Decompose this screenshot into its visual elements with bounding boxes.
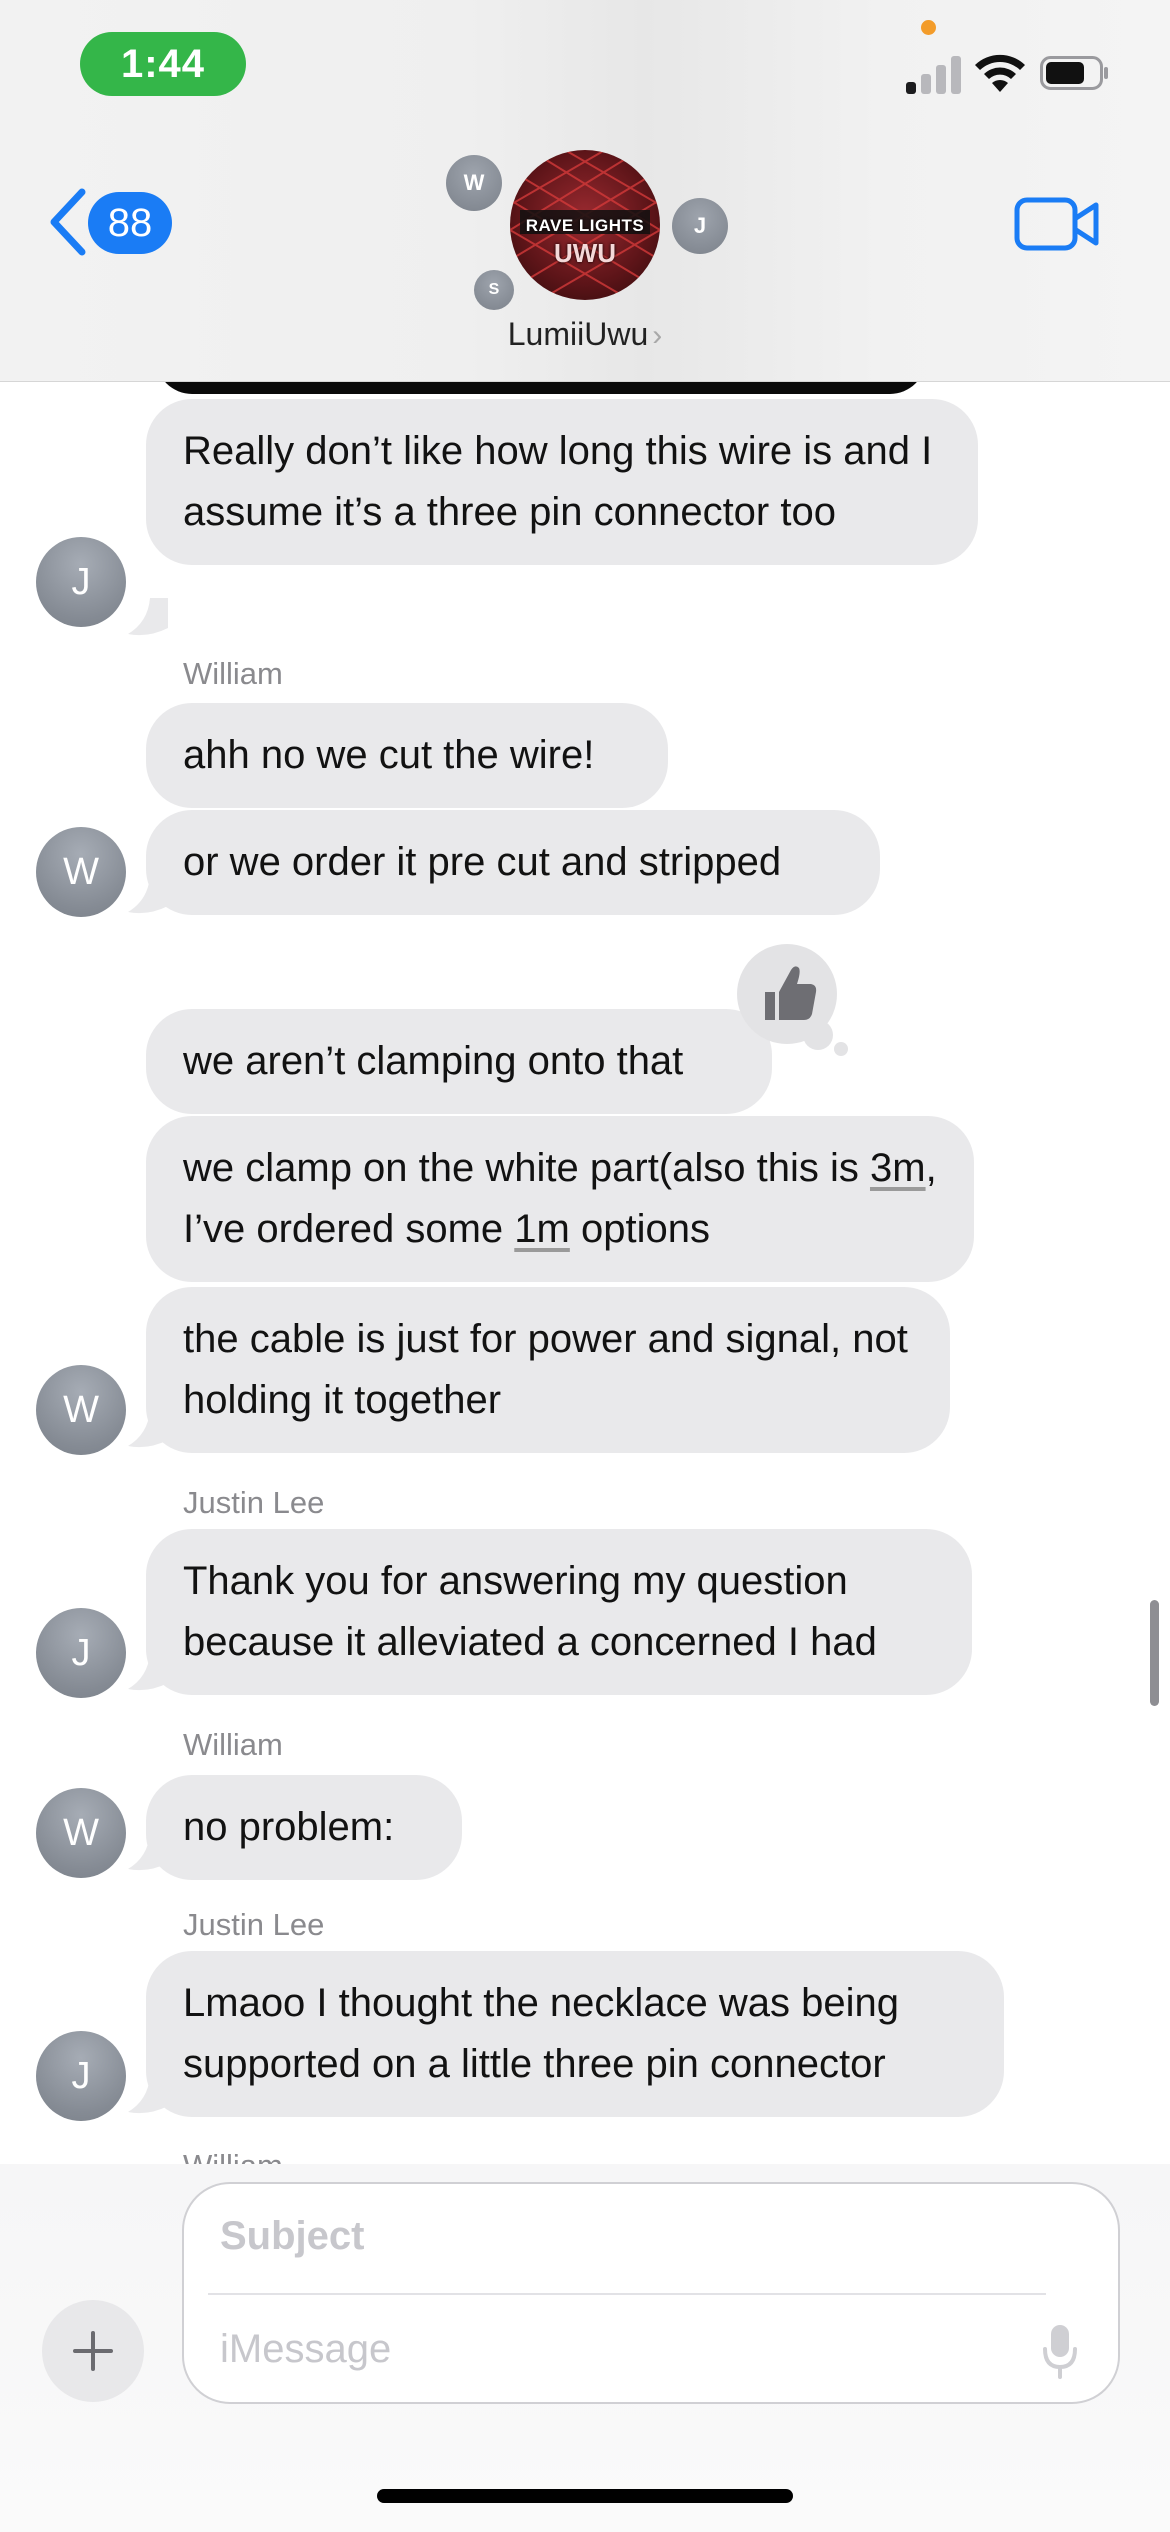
message-text: ahh no we cut the wire! (183, 733, 595, 777)
thumbs-up-icon (765, 966, 817, 1020)
tapback-tail-dot (834, 1042, 848, 1056)
message-text: Lmaoo I thought the necklace was being s… (183, 1981, 900, 2086)
sender-name: Justin Lee (183, 1485, 325, 1520)
message-bubble[interactable]: or we order it pre cut and stripped (146, 810, 880, 915)
bubble-tail (128, 598, 168, 636)
message-text: we aren’t clamping onto that (183, 1039, 684, 1083)
message-bubble[interactable]: we aren’t clamping onto that (146, 1009, 772, 1114)
microphone-icon[interactable] (1040, 2321, 1080, 2381)
message-text: we clamp on the white part(also this is (183, 1146, 870, 1190)
message-text: or we order it pre cut and stripped (183, 840, 782, 884)
message-bubble[interactable]: ahh no we cut the wire! (146, 703, 668, 808)
bubble-tail (128, 876, 168, 914)
back-chevron-icon[interactable] (46, 186, 90, 258)
avatar[interactable]: W (36, 1365, 126, 1455)
message-text: no problem: (183, 1805, 395, 1849)
message-input-box[interactable]: Subject iMessage (182, 2182, 1120, 2404)
status-time: 1:44 (80, 32, 246, 96)
add-attachment-button[interactable] (42, 2300, 144, 2402)
group-avatar-title: RAVE LIGHTS (525, 216, 645, 235)
message-list[interactable]: Really don’t like how long this wire is … (0, 382, 1170, 2164)
home-indicator[interactable] (377, 2489, 793, 2503)
message-bubble[interactable]: the cable is just for power and signal, … (146, 1287, 950, 1453)
bubble-tail (128, 1410, 168, 1448)
message-bubble[interactable]: no problem: (146, 1775, 462, 1880)
video-call-icon[interactable] (1014, 196, 1100, 252)
cellular-signal-icon (906, 54, 962, 94)
message-bubble[interactable]: we clamp on the white part(also this is … (146, 1116, 974, 1282)
tapback-reaction[interactable] (737, 944, 837, 1044)
sender-name: William (183, 656, 283, 691)
avatar[interactable]: J (36, 537, 126, 627)
sender-name: Justin Lee (183, 1907, 325, 1942)
avatar[interactable]: J (36, 1608, 126, 1698)
message-text: options (569, 1207, 710, 1251)
field-divider (208, 2293, 1046, 2295)
group-avatar-subtitle: UWU (553, 238, 617, 268)
message-field[interactable]: iMessage (220, 2327, 391, 2372)
chevron-right-icon: › (652, 319, 663, 352)
plus-icon (73, 2331, 113, 2371)
scroll-indicator[interactable] (1150, 1600, 1159, 1706)
avatar[interactable]: W (36, 827, 126, 917)
sender-name: William (183, 1727, 283, 1762)
subject-field[interactable]: Subject (220, 2214, 364, 2259)
battery-icon (1040, 56, 1108, 90)
member-avatar-j: J (672, 198, 728, 254)
bubble-tail (128, 2076, 168, 2114)
message-text: the cable is just for power and signal, … (183, 1317, 908, 1422)
message-bubble[interactable]: Really don’t like how long this wire is … (146, 399, 978, 565)
avatar[interactable]: J (36, 2031, 126, 2121)
privacy-indicator-dot (921, 20, 936, 35)
back-unread-count[interactable]: 88 (88, 192, 172, 254)
message-text: Thank you for answering my question beca… (183, 1559, 877, 1664)
wifi-icon (975, 54, 1025, 92)
group-avatar[interactable]: RAVE LIGHTS UWU (510, 150, 660, 300)
sender-name: William (183, 2148, 283, 2164)
message-bubble[interactable]: Lmaoo I thought the necklace was being s… (146, 1951, 1004, 2117)
group-name: LumiiUwu (507, 316, 649, 352)
previous-media-message[interactable] (156, 382, 926, 394)
message-text: Really don’t like how long this wire is … (183, 429, 933, 534)
message-bubble[interactable]: Thank you for answering my question beca… (146, 1529, 972, 1695)
conversation-header: 1:44 88 W RAVE LIGHTS UWU J S LumiiUwu › (0, 0, 1170, 382)
measurement-link[interactable]: 1m (514, 1207, 570, 1251)
bubble-tail (128, 1653, 168, 1691)
avatar[interactable]: W (36, 1788, 126, 1878)
member-avatar-w: W (446, 155, 502, 211)
bubble-tail (128, 1833, 168, 1871)
measurement-link[interactable]: 3m (870, 1146, 926, 1190)
member-avatar-s: S (474, 270, 514, 310)
group-name-button[interactable]: LumiiUwu › (0, 316, 1170, 353)
